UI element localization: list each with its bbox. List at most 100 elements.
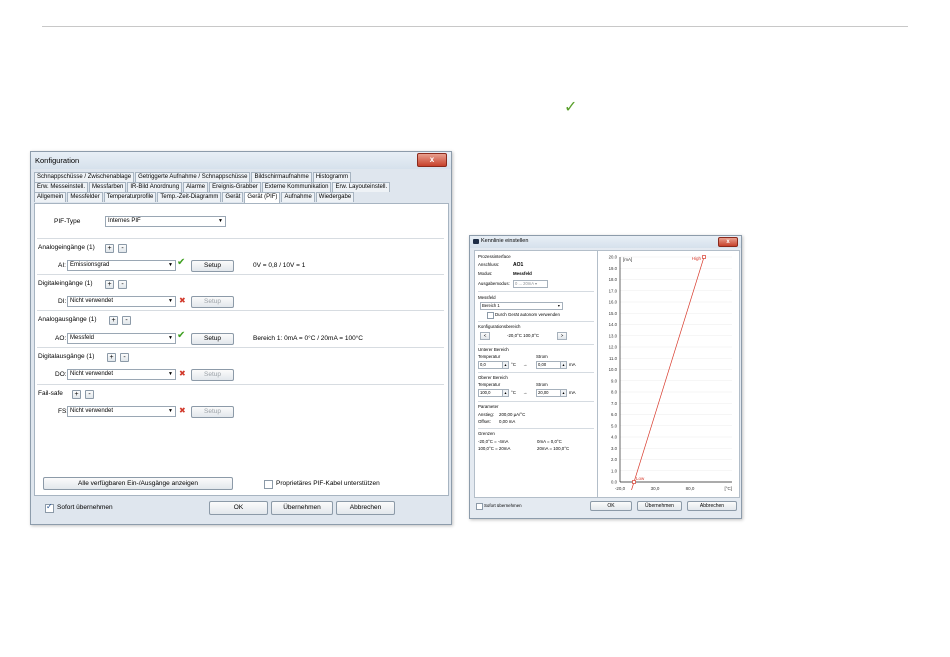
- digital-output-select[interactable]: Nicht verwendet ▼: [67, 369, 176, 380]
- tab-ir-bild-anordnung[interactable]: IR-Bild Anordnung: [127, 182, 183, 192]
- tab-allgemein[interactable]: Allgemein: [34, 192, 67, 202]
- remove-analog-input-button[interactable]: -: [118, 244, 127, 253]
- modus-value: Messfeld: [513, 271, 532, 276]
- ausgabemodus-select[interactable]: 0 ... 20mA ▾: [513, 280, 548, 288]
- close-button[interactable]: x: [417, 153, 447, 167]
- oberer-strom-input[interactable]: 20,00: [536, 389, 561, 397]
- analog-input-setup-button[interactable]: Setup: [191, 260, 234, 272]
- remove-digital-input-button[interactable]: -: [118, 280, 127, 289]
- tab-geraet[interactable]: Gerät: [222, 192, 244, 202]
- anstieg-value: 200,00 µA/°C: [499, 412, 526, 417]
- tab-bildschirmaufnahme[interactable]: Bildschirmaufnahme: [251, 172, 312, 182]
- add-analog-input-button[interactable]: +: [105, 244, 114, 253]
- add-fail-safe-button[interactable]: +: [72, 390, 81, 399]
- fail-safe-setup-button[interactable]: Setup: [191, 406, 234, 418]
- arrow-right-icon: →: [523, 362, 528, 367]
- tab-temp-zeit-diagramm[interactable]: Temp.-Zeit-Diagramm: [157, 192, 222, 202]
- sofort-uebernehmen-label: Sofort übernehmen: [484, 503, 522, 508]
- analog-output-select[interactable]: Messfeld ▼: [67, 333, 176, 344]
- kennlinie-settings-panel: Prozessinterface Anschluss: AO1 Modus: M…: [474, 250, 598, 498]
- tab-erw-layouteinstell[interactable]: Erw. Layouteinstell.: [332, 182, 391, 192]
- x-tick-label: 80,0: [686, 486, 695, 491]
- spin-icon[interactable]: ▲: [560, 361, 567, 369]
- apply-button[interactable]: Übernehmen: [637, 501, 682, 511]
- digital-input-select[interactable]: Nicht verwendet ▼: [67, 296, 176, 307]
- tab-getriggerte-aufnahme[interactable]: Getriggerte Aufnahme / Schnappschüsse: [135, 172, 251, 182]
- apply-button[interactable]: Übernehmen: [271, 501, 333, 515]
- config-titlebar: Konfiguration x: [31, 152, 451, 169]
- spin-icon[interactable]: ▲: [502, 389, 509, 397]
- proprietary-cable-checkbox[interactable]: [264, 480, 273, 489]
- y-axis-label: [mA]: [623, 257, 632, 262]
- error-icon: ✖: [179, 406, 186, 415]
- oberer-temp-input[interactable]: 100,0: [478, 389, 503, 397]
- spin-icon[interactable]: ▲: [502, 361, 509, 369]
- tab-schnappschuesse[interactable]: Schnappschüsse / Zwischenablage: [34, 172, 135, 182]
- tab-alarme[interactable]: Alarme: [183, 182, 209, 192]
- analog-inputs-header: Analogeingänge (1): [38, 244, 95, 251]
- divider: [478, 291, 594, 292]
- digital-input-setup-button[interactable]: Setup: [191, 296, 234, 308]
- analog-input-select[interactable]: Emissionsgrad ▼: [67, 260, 176, 271]
- close-button[interactable]: x: [718, 237, 738, 247]
- cancel-button[interactable]: Abbrechen: [687, 501, 737, 511]
- y-tick-label: 15.0: [609, 311, 618, 316]
- remove-fail-safe-button[interactable]: -: [85, 390, 94, 399]
- divider: [37, 347, 444, 348]
- tab-messfelder[interactable]: Messfelder: [67, 192, 103, 202]
- parameter-header: Parameter: [478, 404, 499, 409]
- messfeld-select[interactable]: Bereich 1 ▾: [480, 302, 563, 310]
- cancel-button[interactable]: Abbrechen: [336, 501, 395, 515]
- prozess-header: Prozessinterface: [478, 254, 511, 259]
- fail-safe-header: Fail-safe: [38, 390, 63, 397]
- error-icon: ✖: [179, 296, 186, 305]
- kennlinie-chart[interactable]: 0.0 1.0 2.0 3.0 4.0 5.0 6.0 7.0 8.0 9.0 10.0 11.0 12…: [598, 251, 739, 497]
- tab-aufnahme[interactable]: Aufnahme: [281, 192, 315, 202]
- tab-wiedergabe[interactable]: Wiedergabe: [315, 192, 355, 202]
- anstieg-label: Anstieg:: [478, 412, 494, 417]
- kennlinie-window: Kennlinie einstellen x Prozessinterface …: [469, 235, 742, 519]
- x-tick-label: -20,0: [615, 486, 626, 491]
- autonom-checkbox[interactable]: [487, 312, 494, 319]
- divider: [37, 310, 444, 311]
- analog-output-setup-button[interactable]: Setup: [191, 333, 234, 345]
- y-tick-label: 3.0: [611, 446, 618, 451]
- y-tick-label: 20.0: [609, 255, 618, 260]
- unit-c: °C: [511, 362, 516, 367]
- kennlinie-title: Kennlinie einstellen: [481, 238, 529, 244]
- chart-panel: 0.0 1.0 2.0 3.0 4.0 5.0 6.0 7.0 8.0 9.0 10.0 11.0 12…: [597, 250, 740, 498]
- sofort-uebernehmen-checkbox[interactable]: [476, 503, 483, 510]
- tab-ereignis-grabber[interactable]: Ereignis-Grabber: [209, 182, 261, 192]
- tab-erw-messeinstell[interactable]: Erw. Messeinstell.: [34, 182, 89, 192]
- pif-type-select[interactable]: Internes PIF ▼: [105, 216, 226, 227]
- tab-messfarben[interactable]: Messfarben: [89, 182, 127, 192]
- unterer-strom-input[interactable]: 0,00: [536, 361, 561, 369]
- add-analog-output-button[interactable]: +: [109, 316, 118, 325]
- digital-output-setup-button[interactable]: Setup: [191, 369, 234, 381]
- unterer-temp-input[interactable]: 0,0: [478, 361, 503, 369]
- ok-button[interactable]: OK: [209, 501, 268, 515]
- tab-temperaturprofile[interactable]: Temperaturprofile: [103, 192, 157, 202]
- add-digital-input-button[interactable]: +: [105, 280, 114, 289]
- range-prev-button[interactable]: <: [480, 332, 490, 340]
- show-all-io-button[interactable]: Alle verfügbaren Ein-/Ausgänge anzeigen: [43, 477, 233, 490]
- add-digital-output-button[interactable]: +: [107, 353, 116, 362]
- tab-row-1: Schnappschüsse / Zwischenablage Getrigger…: [34, 172, 448, 182]
- remove-analog-output-button[interactable]: -: [122, 316, 131, 325]
- pif-panel: PIF-Type Internes PIF ▼ Analogeingänge (1…: [34, 203, 449, 496]
- remove-digital-output-button[interactable]: -: [120, 353, 129, 362]
- chevron-down-icon: ▼: [168, 335, 173, 341]
- analog-outputs-header: Analogausgänge (1): [38, 316, 97, 323]
- spin-icon[interactable]: ▲: [560, 389, 567, 397]
- channel-ai-label: AI:: [58, 262, 66, 269]
- tab-geraet-pif[interactable]: Gerät (PIF): [244, 192, 281, 203]
- range-next-button[interactable]: >: [557, 332, 567, 340]
- y-tick-label: 14.0: [609, 322, 618, 327]
- tab-histogramm[interactable]: Histogramm: [312, 172, 352, 182]
- sofort-uebernehmen-checkbox[interactable]: [45, 502, 54, 513]
- ok-button[interactable]: OK: [590, 501, 632, 511]
- analog-output-value: Messfeld: [70, 335, 95, 341]
- fail-safe-select[interactable]: Nicht verwendet ▼: [67, 406, 176, 417]
- oberer-temp-label: Temperatur: [478, 382, 501, 387]
- tab-externe-kommunikation[interactable]: Externe Kommunikation: [261, 182, 332, 192]
